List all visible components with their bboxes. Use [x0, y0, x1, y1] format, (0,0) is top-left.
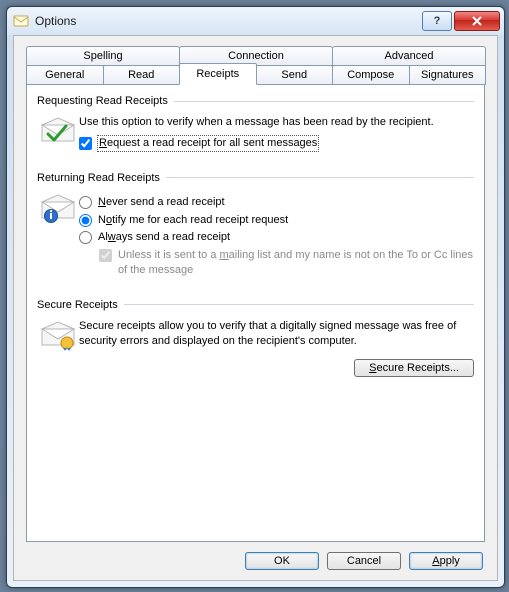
group-secure: Secure Receipts Secure receipts allow yo — [37, 299, 474, 377]
tab-row-2: General Read Receipts Send Compose Signa… — [26, 65, 485, 85]
group-returning: Returning Read Receipts — [37, 172, 474, 281]
never-receipt-radio[interactable] — [79, 196, 92, 209]
ok-button[interactable]: OK — [245, 552, 319, 570]
unless-checkbox — [99, 249, 112, 262]
dialog-buttons: OK Cancel Apply — [26, 542, 485, 572]
notify-receipt-label[interactable]: Notify me for each read receipt request — [98, 213, 288, 228]
close-icon — [471, 16, 483, 26]
request-receipt-checkbox[interactable] — [79, 137, 92, 150]
envelope-info-icon — [37, 192, 79, 281]
window-title: Options — [35, 14, 76, 28]
help-button[interactable]: ? — [422, 11, 452, 31]
request-receipt-label[interactable]: Request a read receipt for all sent mess… — [98, 136, 318, 151]
secure-receipts-button[interactable]: Secure Receipts... — [354, 359, 474, 377]
tab-strip: Spelling Connection Advanced General Rea… — [26, 46, 485, 85]
tab-spelling[interactable]: Spelling — [26, 46, 180, 66]
tab-general[interactable]: General — [26, 65, 104, 85]
close-button[interactable] — [454, 11, 500, 31]
always-receipt-radio[interactable] — [79, 231, 92, 244]
tab-compose[interactable]: Compose — [332, 65, 410, 85]
tab-send[interactable]: Send — [256, 65, 334, 85]
tab-receipts[interactable]: Receipts — [179, 63, 257, 85]
always-receipt-label[interactable]: Always send a read receipt — [98, 230, 230, 245]
cancel-button[interactable]: Cancel — [327, 552, 401, 570]
titlebar: Options ? — [7, 7, 504, 35]
requesting-desc: Use this option to verify when a message… — [79, 115, 474, 130]
envelope-check-icon — [37, 115, 79, 154]
apply-button[interactable]: Apply — [409, 552, 483, 570]
never-receipt-label[interactable]: Never send a read receipt — [98, 195, 225, 210]
tab-signatures[interactable]: Signatures — [409, 65, 487, 85]
client-area: Spelling Connection Advanced General Rea… — [13, 35, 498, 581]
notify-receipt-radio[interactable] — [79, 214, 92, 227]
group-requesting: Requesting Read Receipts Use this option… — [37, 95, 474, 154]
envelope-cert-icon — [37, 319, 79, 377]
tab-read[interactable]: Read — [103, 65, 181, 85]
tab-page-receipts: Requesting Read Receipts Use this option… — [26, 84, 485, 542]
options-dialog: Options ? Spelling Connection Advanced G… — [6, 6, 505, 588]
group-returning-title: Returning Read Receipts — [37, 172, 160, 184]
tab-advanced[interactable]: Advanced — [332, 46, 486, 66]
unless-label: Unless it is sent to a mailing list and … — [118, 248, 474, 278]
group-secure-title: Secure Receipts — [37, 299, 118, 311]
secure-desc: Secure receipts allow you to verify that… — [79, 319, 474, 349]
app-icon — [13, 13, 29, 29]
help-icon: ? — [434, 15, 441, 27]
group-requesting-title: Requesting Read Receipts — [37, 95, 168, 107]
